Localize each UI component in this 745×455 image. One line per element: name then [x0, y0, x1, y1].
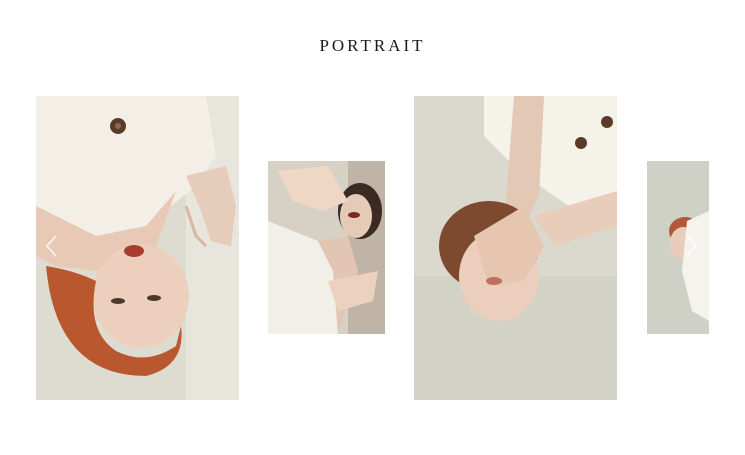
portrait-photo-1-image: [36, 96, 239, 400]
previous-slide-button[interactable]: [44, 234, 60, 258]
portrait-photo-1[interactable]: [36, 96, 239, 400]
portrait-photo-2-image: [268, 161, 385, 334]
page-title: PORTRAIT: [319, 36, 426, 55]
portrait-photo-4-image: [647, 161, 709, 334]
chevron-right-icon: [686, 235, 698, 257]
portrait-photo-3-image: [414, 96, 617, 400]
chevron-left-icon: [45, 235, 57, 257]
next-slide-button[interactable]: [683, 234, 699, 258]
portrait-photo-4[interactable]: [647, 161, 709, 334]
portrait-photo-2[interactable]: [268, 161, 385, 334]
portrait-photo-3[interactable]: [414, 96, 617, 400]
